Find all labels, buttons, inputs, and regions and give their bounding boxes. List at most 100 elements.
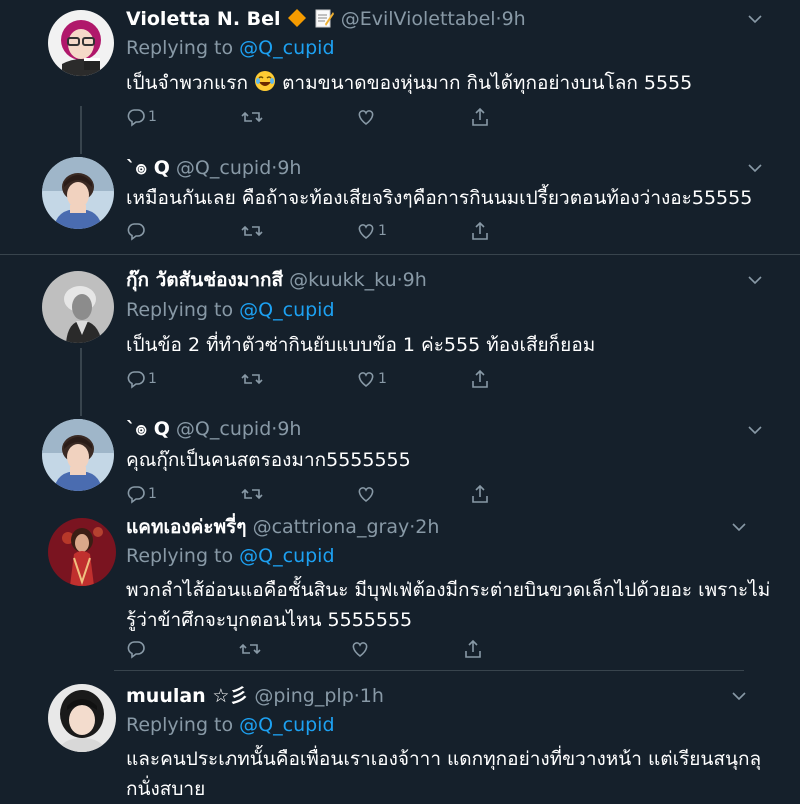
tweet-text-line: และคนประเภทนั้นคือเพื่อนเราเองจ้าาา แดกท… xyxy=(126,748,762,770)
reply-button[interactable]: 1 xyxy=(126,106,157,128)
retweet-icon xyxy=(241,488,263,500)
share-button[interactable] xyxy=(470,106,490,128)
reply-button[interactable] xyxy=(126,220,148,242)
replying-to: Replying to @Q_cupid xyxy=(126,37,335,59)
like-icon xyxy=(358,110,374,126)
display-name[interactable]: muulan ☆彡 xyxy=(126,685,248,707)
tweet-text: เป็นข้อ 2 ที่ทำตัวซ่ากินยับแบบข้อ 1 ค่ะ5… xyxy=(126,334,596,356)
replying-to: Replying to @Q_cupid xyxy=(126,299,335,321)
mention-link[interactable]: @Q_cupid xyxy=(239,299,334,321)
handle[interactable]: @Q_cupid xyxy=(176,157,271,179)
timestamp[interactable]: 9h xyxy=(502,8,526,30)
handle[interactable]: @kuukk_ku xyxy=(289,269,396,291)
share-button[interactable] xyxy=(463,638,483,660)
retweet-icon xyxy=(241,111,263,123)
timestamp[interactable]: 9h xyxy=(277,157,301,179)
reply-icon xyxy=(127,371,145,389)
display-name[interactable]: กุ๊ก วัตสันช่องมากสี xyxy=(126,269,283,291)
share-icon xyxy=(465,639,481,658)
tweet[interactable]: `๏ Q @Q_cupid·9h คุณกุ๊กเป็นคนสตรองมาก55… xyxy=(0,412,800,510)
reply-icon xyxy=(127,223,145,241)
tweet[interactable]: `๏ Q @Q_cupid·9h เหมือนกันเลย คือถ้าจะท้… xyxy=(0,150,800,254)
like-icon xyxy=(358,224,374,240)
like-button[interactable] xyxy=(356,106,378,128)
replying-to: Replying to @Q_cupid xyxy=(126,545,335,567)
tweet[interactable]: Violetta N. Bel @EvilViolettabel·9h Repl… xyxy=(0,0,800,150)
tweet-text: คุณกุ๊กเป็นคนสตรองมาก5555555 xyxy=(126,449,411,471)
diamond-icon xyxy=(287,9,306,27)
like-button[interactable]: 1 xyxy=(356,368,387,390)
mention-link[interactable]: @Q_cupid xyxy=(239,714,334,736)
avatar[interactable] xyxy=(42,271,114,343)
display-name[interactable]: `๏ Q xyxy=(126,157,170,179)
tweet[interactable]: กุ๊ก วัตสันช่องมากสี @kuukk_ku·9h Replyi… xyxy=(0,255,800,411)
mention-link[interactable]: @Q_cupid xyxy=(239,37,334,59)
timestamp[interactable]: 1h xyxy=(360,685,384,707)
tweet-text: และคนประเภทนั้นคือเพื่อนเราเองจ้าาา แดกท… xyxy=(126,744,766,804)
tweet-text: เหมือนกันเลย คือถ้าจะท้องเสียจริงๆคือการ… xyxy=(126,187,753,209)
share-icon xyxy=(472,107,488,126)
timestamp[interactable]: 9h xyxy=(403,269,427,291)
share-button[interactable] xyxy=(470,483,490,505)
chevron-down-icon[interactable] xyxy=(728,516,750,538)
share-icon xyxy=(472,369,488,388)
chevron-down-icon[interactable] xyxy=(744,157,766,179)
avatar[interactable] xyxy=(42,419,114,491)
like-icon xyxy=(358,487,374,503)
handle[interactable]: @cattriona_gray xyxy=(253,516,410,538)
share-icon xyxy=(472,221,488,240)
like-button[interactable]: 1 xyxy=(356,220,387,242)
tweet[interactable]: แคทเองค่ะพรี่ๆ @cattriona_gray·2h Replyi… xyxy=(0,510,800,670)
retweet-button[interactable] xyxy=(241,106,263,128)
reply-button[interactable]: 1 xyxy=(126,483,157,505)
retweet-icon xyxy=(239,643,261,655)
reply-icon xyxy=(127,641,145,659)
reply-button[interactable] xyxy=(126,638,148,660)
replying-to: Replying to @Q_cupid xyxy=(126,714,335,736)
handle[interactable]: @Q_cupid xyxy=(176,418,271,440)
avatar[interactable] xyxy=(48,518,116,586)
timestamp[interactable]: 9h xyxy=(277,418,301,440)
reply-icon xyxy=(127,109,145,127)
display-name[interactable]: `๏ Q xyxy=(126,418,170,440)
retweet-button[interactable] xyxy=(241,220,263,242)
retweet-icon xyxy=(241,225,263,237)
avatar[interactable] xyxy=(48,684,116,752)
like-button[interactable] xyxy=(356,483,378,505)
like-icon xyxy=(352,642,368,658)
tweet-actions: 1 1 xyxy=(126,368,506,390)
chevron-down-icon[interactable] xyxy=(728,685,750,707)
share-button[interactable] xyxy=(470,220,490,242)
handle[interactable]: @EvilViolettabel xyxy=(341,8,496,30)
chevron-down-icon[interactable] xyxy=(744,419,766,441)
reply-icon xyxy=(127,486,145,504)
tweet-header: กุ๊ก วัตสันช่องมากสี @kuukk_ku·9h xyxy=(126,269,427,291)
tweet-actions: 1 xyxy=(126,483,506,505)
retweet-button[interactable] xyxy=(239,638,261,660)
display-name[interactable]: Violetta N. Bel xyxy=(126,8,281,30)
tweet-actions: 1 xyxy=(126,106,506,128)
display-name[interactable]: แคทเองค่ะพรี่ๆ xyxy=(126,516,247,538)
memo-icon xyxy=(315,9,334,28)
tweet-text: เป็นจำพวกแรก ตามขนาดของหุ่นมาก กินได้ทุก… xyxy=(126,71,693,94)
chevron-down-icon[interactable] xyxy=(744,269,766,291)
share-icon xyxy=(472,484,488,503)
like-button[interactable] xyxy=(350,638,372,660)
reply-button[interactable]: 1 xyxy=(126,368,157,390)
chevron-down-icon[interactable] xyxy=(744,8,766,30)
divider xyxy=(114,670,744,671)
avatar[interactable] xyxy=(42,157,114,229)
timestamp[interactable]: 2h xyxy=(415,516,439,538)
tweet-header: muulan ☆彡 @ping_plp·1h xyxy=(126,685,384,707)
retweet-button[interactable] xyxy=(241,368,263,390)
share-button[interactable] xyxy=(470,368,490,390)
handle[interactable]: @ping_plp xyxy=(254,685,353,707)
avatar[interactable] xyxy=(48,10,114,76)
mention-link[interactable]: @Q_cupid xyxy=(239,545,334,567)
tweet[interactable]: muulan ☆彡 @ping_plp·1h Replying to @Q_cu… xyxy=(0,672,800,800)
retweet-button[interactable] xyxy=(241,483,263,505)
tweet-actions: 1 xyxy=(126,220,506,242)
tweet-text: พวกลำไส้อ่อนแอคือชั้นสินะ มีบุฟเฟ่ต้องมี… xyxy=(126,575,770,635)
laughing-emoji-icon xyxy=(255,71,276,91)
tweet-header: Violetta N. Bel @EvilViolettabel·9h xyxy=(126,8,526,30)
